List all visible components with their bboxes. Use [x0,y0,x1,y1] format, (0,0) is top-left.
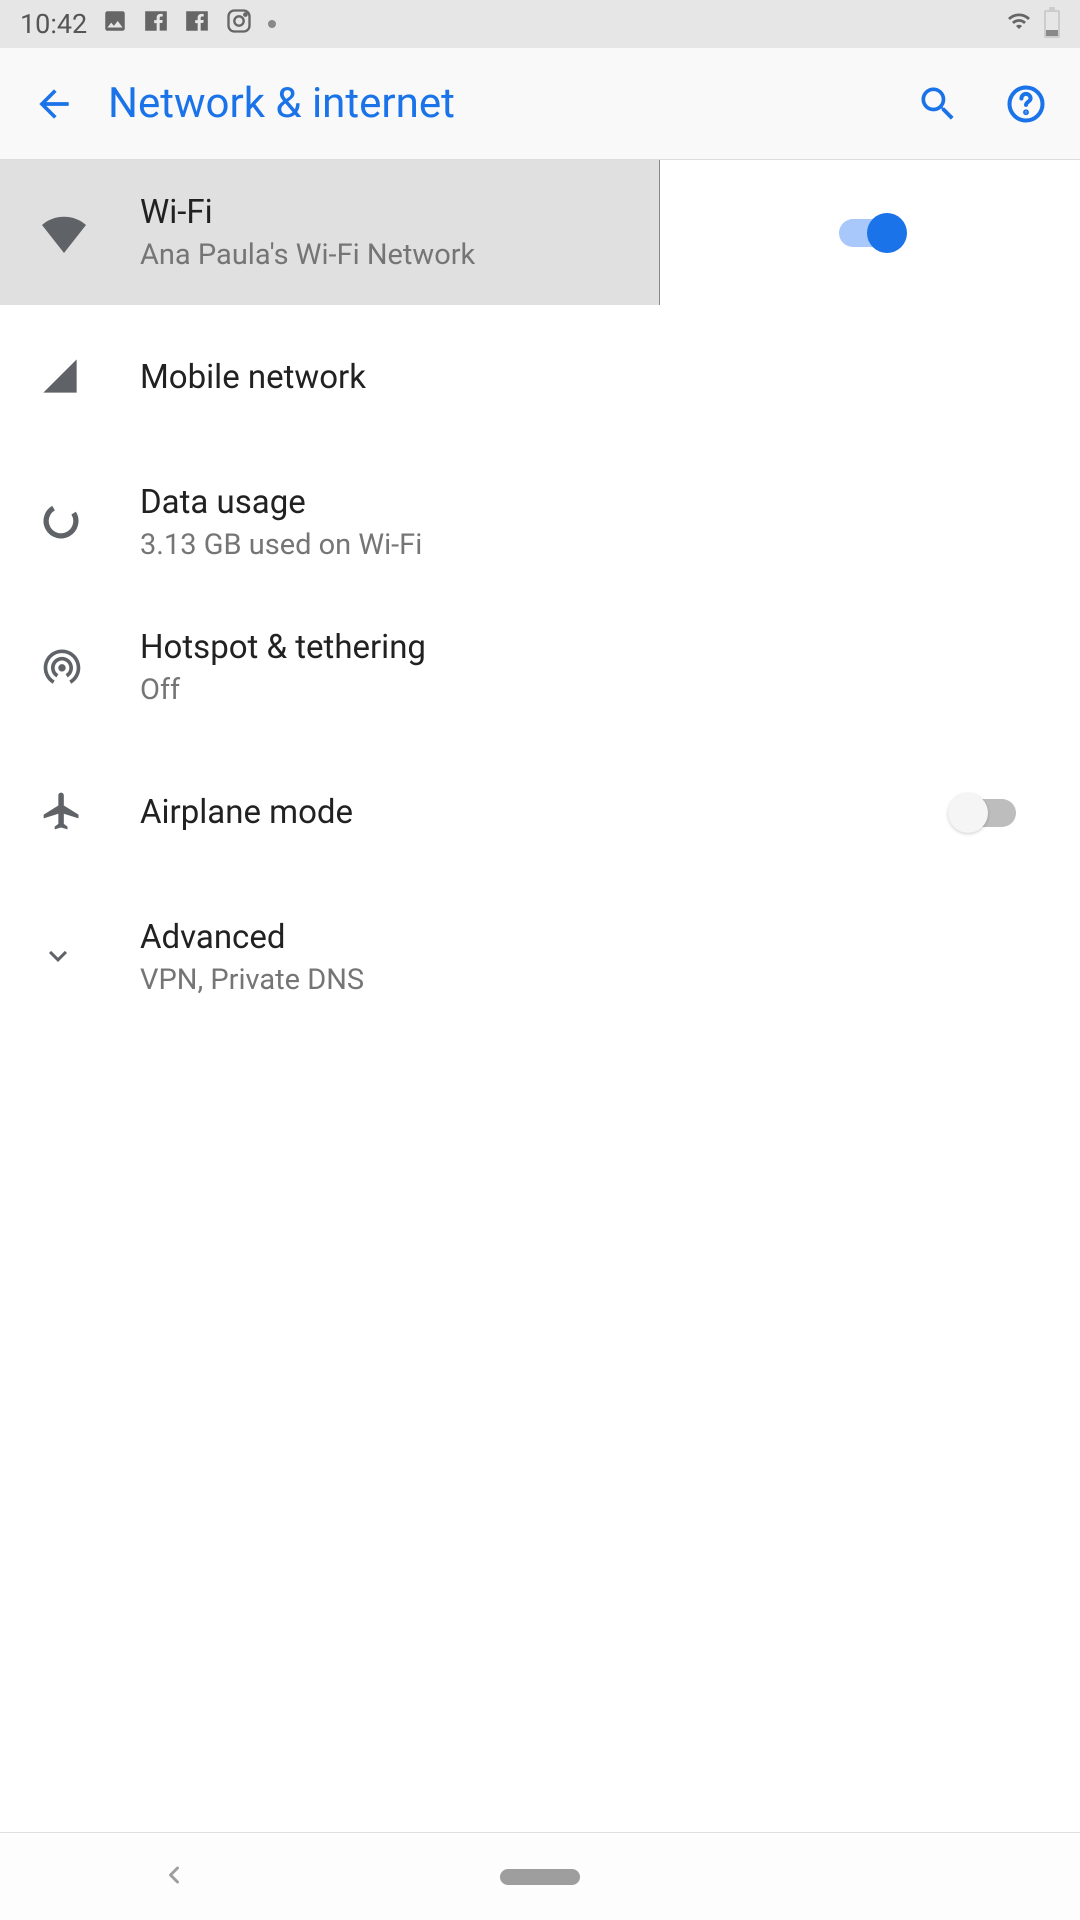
wifi-signal-icon [1004,8,1034,40]
data-usage-icon [40,500,82,546]
picture-icon [102,8,128,41]
status-bar: 10:42 [0,0,1080,48]
advanced-title: Advanced [140,918,1040,957]
data-usage-subtitle: 3.13 GB used on Wi-Fi [140,528,1040,562]
back-button[interactable] [30,80,78,128]
cellular-icon [40,356,80,400]
advanced-subtitle: VPN, Private DNS [140,963,1040,997]
list-item-wifi[interactable]: Wi-Fi Ana Paula's Wi-Fi Network [0,160,1080,305]
data-usage-title: Data usage [140,483,1040,522]
chevron-down-icon [40,938,76,978]
status-left-icons [102,7,276,42]
airplane-toggle[interactable] [954,799,1016,827]
mobile-network-title: Mobile network [140,358,1040,397]
hotspot-subtitle: Off [140,673,1040,707]
status-time: 10:42 [20,8,87,40]
page-title: Network & internet [108,79,455,128]
help-button[interactable] [1002,80,1050,128]
airplane-icon [40,789,84,837]
wifi-title: Wi-Fi [140,193,619,232]
instagram-icon [225,7,253,42]
nav-back-button[interactable] [160,1861,188,1893]
wifi-icon [40,207,88,259]
facebook-icon [184,8,210,41]
nav-home-pill[interactable] [500,1869,580,1885]
settings-list: Wi-Fi Ana Paula's Wi-Fi Network Mobile n… [0,160,1080,1030]
app-bar: Network & internet [0,48,1080,160]
hotspot-icon [40,644,84,692]
airplane-title: Airplane mode [140,793,930,832]
list-item-advanced[interactable]: Advanced VPN, Private DNS [0,885,1080,1030]
list-item-data-usage[interactable]: Data usage 3.13 GB used on Wi-Fi [0,450,1080,595]
search-button[interactable] [914,80,962,128]
facebook-icon [143,8,169,41]
list-item-hotspot[interactable]: Hotspot & tethering Off [0,595,1080,740]
wifi-toggle[interactable] [839,219,901,247]
list-item-airplane-mode[interactable]: Airplane mode [0,740,1080,885]
more-notifications-icon [268,20,276,28]
navigation-bar [0,1832,1080,1920]
list-item-mobile-network[interactable]: Mobile network [0,305,1080,450]
status-right-icons [1004,8,1060,40]
hotspot-title: Hotspot & tethering [140,628,1040,667]
wifi-subtitle: Ana Paula's Wi-Fi Network [140,238,619,272]
battery-icon [1044,10,1060,38]
